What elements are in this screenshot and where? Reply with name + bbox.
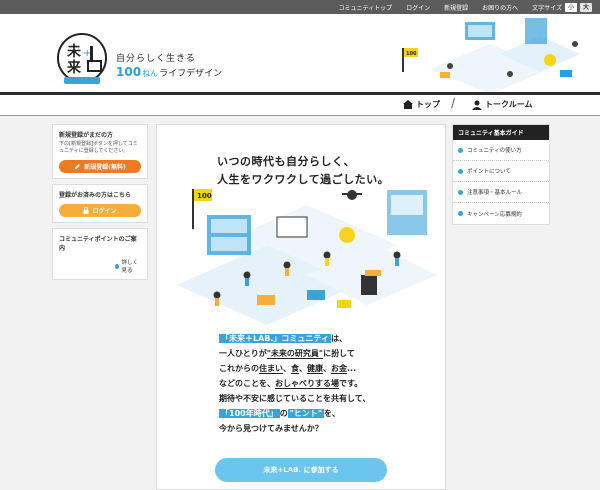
intro-line-3-a: これからの	[219, 364, 259, 373]
community-intro: 「未来＋LAB.」コミュニティ は、 一人ひとりが"未来の研究員"に扮して これか…	[219, 331, 419, 436]
nav-talkroom-label: トークルーム	[485, 100, 533, 109]
join-community-button[interactable]: 未来+LAB. に参加する	[215, 458, 387, 482]
lock-icon	[83, 207, 89, 214]
hero-headline: いつの時代も自分らしく、 人生をワクワクして過ごしたい。	[217, 153, 389, 189]
register-description: 下の[新規登録]ボタンを押してコミュニティに登録してください。	[59, 141, 138, 154]
font-size-label: 文字サイズ	[532, 4, 562, 12]
intro-highlight-chat: おしゃべりする場	[275, 379, 339, 389]
guide-item-label: コミュニティの使い方	[467, 148, 522, 154]
intro-line-1-rest: は、	[330, 334, 347, 343]
register-button[interactable]: 新規登録(無料)	[59, 160, 141, 173]
login-box: 登録がお済みの方はこちら ログイン	[52, 184, 148, 223]
hero-flag-label: 100	[197, 192, 212, 200]
intro-line-3: これからの住まい、食、健康、お金...	[219, 361, 419, 376]
site-logo[interactable]: 未 来 +	[54, 32, 110, 86]
intro-line-3-c4: ...	[347, 364, 357, 373]
intro-line-4-b: です。	[339, 379, 363, 388]
chevron-right-icon	[458, 189, 463, 195]
intro-line-2: 一人ひとりが"未来の研究員"に扮して	[219, 346, 419, 361]
left-sidebar: 新規登録がまだの方 下の[新規登録]ボタンを押してコミュニティに登録してください…	[52, 124, 148, 285]
home-icon	[403, 100, 413, 109]
login-button[interactable]: ログイン	[59, 204, 141, 217]
intro-highlight-community: 「未来＋LAB.」コミュニティ	[219, 334, 331, 343]
guide-item-label: 注意事項・基本ルール	[467, 190, 523, 196]
guide-item-campaign-terms[interactable]: キャンペーン応募規約	[453, 203, 549, 224]
intro-line-3-c3: 、	[323, 364, 331, 373]
top-nav: コミュニティトップ ログイン 新規登録 お困りの方へ 文字サイズ 小 大	[338, 0, 592, 14]
tagline-primary: 自分らしく生きる	[116, 54, 196, 64]
intro-line-4: などのことを、おしゃべりする場です。	[219, 376, 419, 391]
intro-line-6-b: を、	[324, 409, 341, 418]
svg-text:来: 来	[66, 60, 82, 76]
hero-headline-line2: 人生をワクワクして過ごしたい。	[217, 173, 390, 186]
main-navigation: トップ / トークルーム	[0, 92, 600, 116]
font-size-large-button[interactable]: 大	[579, 2, 592, 12]
tagline-nen: ねん	[142, 69, 159, 78]
points-more-link[interactable]: 詳しく見る	[115, 258, 141, 274]
intro-highlight-hint: "ヒント"	[287, 409, 325, 418]
intro-line-4-a: などのことを、	[219, 379, 275, 388]
chevron-right-icon	[458, 211, 463, 216]
intro-line-5: 期待や不安に感じていることを共有して、	[219, 394, 371, 403]
intro-line-6: 「100年時代」の "ヒント" を、	[219, 406, 419, 421]
points-more-label: 詳しく見る	[121, 260, 139, 274]
guide-title: コミュニティ基本ガイド	[453, 125, 549, 140]
svg-text:未: 未	[67, 43, 82, 60]
community-guide: コミュニティ基本ガイド コミュニティの使い方 ポイントについて 注意事項・基本ル…	[452, 124, 550, 225]
topic-health: 健康	[307, 364, 323, 374]
header-flag-label: 100	[406, 51, 417, 57]
register-title: 新規登録がまだの方	[59, 132, 114, 139]
font-size-small-button[interactable]: 小	[564, 2, 577, 12]
tagline-100: 100	[116, 65, 142, 79]
tagline-secondary: 100 ねん ライフデザイン	[116, 65, 222, 79]
intro-line-3-c1: 、	[283, 364, 291, 373]
pencil-icon	[75, 164, 81, 169]
hero-headline-line1: いつの時代も自分らしく、	[217, 155, 355, 168]
intro-line-2-b: に扮して	[323, 349, 355, 358]
topic-housing: 住まい	[259, 364, 283, 374]
person-icon	[472, 100, 482, 110]
topic-food: 食	[291, 364, 299, 374]
nav-top-link[interactable]: トップ	[403, 99, 440, 110]
tagline-life-design: ライフデザイン	[159, 69, 223, 79]
top-nav-help[interactable]: お困りの方へ	[482, 3, 518, 12]
intro-highlight-100-years: 「100年時代」	[219, 409, 280, 418]
intro-line-7: 今から見つけてみませんか？	[219, 424, 323, 433]
chevron-right-icon	[115, 263, 119, 269]
nav-talkroom-link[interactable]: トークルーム	[472, 99, 533, 110]
site-header: 未 来 + 自分らしく生きる 100 ねん ライフデザイン 100	[0, 14, 600, 94]
chevron-right-icon	[458, 168, 463, 174]
points-box: コミュニティポイントのご案内 詳しく見る	[52, 228, 148, 280]
intro-line-1: 「未来＋LAB.」コミュニティ は、	[219, 331, 419, 346]
main-content: 100 いつの時代も自分らしく、 人生をワクワクして過ごしたい。 「未来＋LAB…	[156, 124, 446, 490]
register-button-label: 新規登録(無料)	[84, 164, 126, 171]
guide-item-points[interactable]: ポイントについて	[453, 161, 549, 182]
font-size-control: 文字サイズ 小 大	[532, 2, 592, 12]
top-nav-register[interactable]: 新規登録	[444, 3, 468, 12]
intro-line-2-a: 一人ひとりが	[219, 349, 267, 358]
guide-item-how-to-use[interactable]: コミュニティの使い方	[453, 140, 549, 161]
register-box: 新規登録がまだの方 下の[新規登録]ボタンを押してコミュニティに登録してください…	[52, 124, 148, 179]
points-title: コミュニティポイントのご案内	[59, 236, 137, 252]
top-nav-login[interactable]: ログイン	[406, 3, 430, 12]
nav-separator: /	[451, 96, 456, 110]
login-title: 登録がお済みの方はこちら	[59, 192, 132, 199]
top-utility-bar: コミュニティトップ ログイン 新規登録 お困りの方へ 文字サイズ 小 大	[0, 0, 600, 14]
guide-item-label: ポイントについて	[467, 169, 511, 175]
intro-line-6-m: の	[279, 409, 288, 418]
top-nav-community-top[interactable]: コミュニティトップ	[338, 3, 392, 12]
guide-item-rules[interactable]: 注意事項・基本ルール	[453, 182, 549, 203]
intro-highlight-researcher: "未来の研究員"	[266, 349, 324, 359]
header-illustration: 100	[402, 18, 580, 94]
guide-item-label: キャンペーン応募規約	[467, 211, 522, 218]
login-button-label: ログイン	[92, 208, 117, 215]
topic-money: お金	[331, 364, 347, 374]
chevron-right-icon	[458, 147, 463, 153]
nav-top-label: トップ	[416, 100, 440, 109]
intro-line-3-c2: 、	[299, 364, 307, 373]
